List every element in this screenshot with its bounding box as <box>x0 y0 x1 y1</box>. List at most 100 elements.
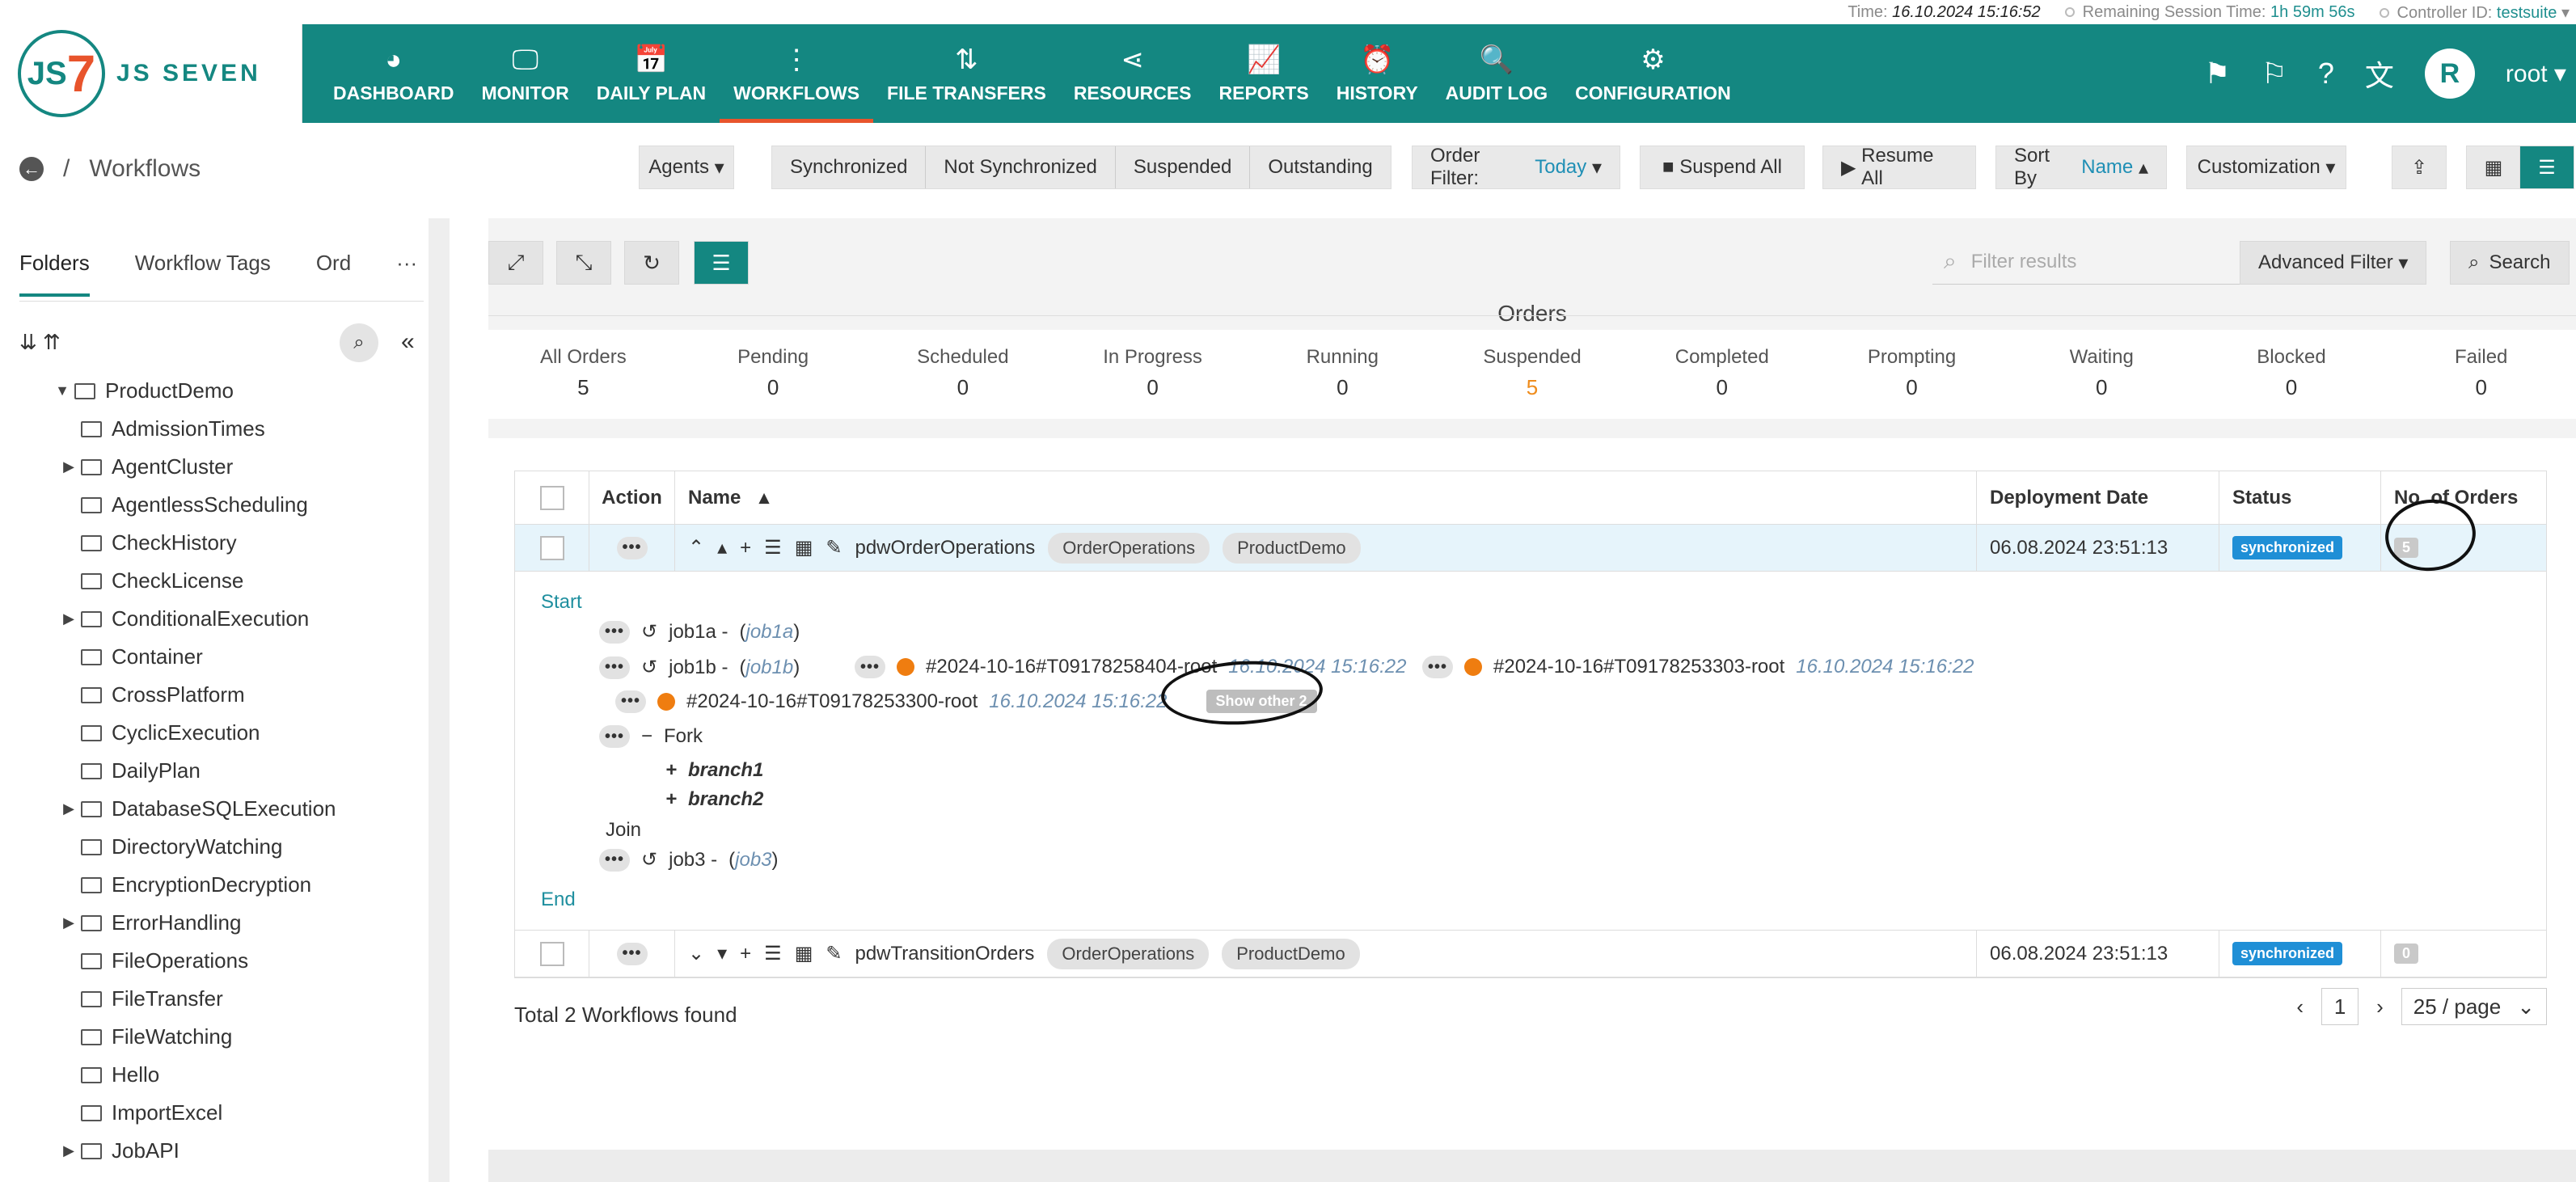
tree-folder[interactable]: ImportExcel <box>0 1094 429 1132</box>
prev-page-icon[interactable]: ‹ <box>2296 994 2304 1019</box>
workflow-tag[interactable]: ProductDemo <box>1223 532 1361 564</box>
tree-folder[interactable]: Hello <box>0 1056 429 1094</box>
expand-chevron-icon[interactable]: ⌄ <box>688 942 704 965</box>
expand-all-icon[interactable]: ⤢ <box>488 241 543 285</box>
col-deployment-date[interactable]: Deployment Date <box>1977 471 2219 524</box>
tree-folder[interactable]: CheckLicense <box>0 562 429 600</box>
grid-view-icon[interactable]: ▦ <box>2466 146 2521 189</box>
order-filter-dropdown[interactable]: Order Filter: Today ▾ <box>1412 145 1620 189</box>
tab-folders[interactable]: Folders <box>19 251 90 297</box>
flag-settings-icon[interactable]: ⚐ <box>2261 57 2287 91</box>
branch-node[interactable]: + branch1 <box>665 759 763 782</box>
caret-right-icon[interactable]: ▶ <box>57 914 81 931</box>
grid-icon[interactable]: ▦ <box>795 536 813 559</box>
triangle-down-icon[interactable]: ▾ <box>717 942 727 965</box>
nav-workflows[interactable]: ⋮ WORKFLOWS <box>720 24 873 123</box>
resume-all-button[interactable]: ▶ Resume All <box>1822 145 1976 189</box>
nav-history[interactable]: ⏰ HISTORY <box>1323 24 1432 123</box>
refresh-icon[interactable]: ↻ <box>624 241 679 285</box>
search-button[interactable]: ⌕ Search <box>2450 241 2570 285</box>
search-icon[interactable]: ⌕ <box>340 323 378 362</box>
plus-icon[interactable]: + <box>665 759 677 782</box>
fork-action-menu[interactable]: ••• <box>599 725 630 748</box>
order-stat-running[interactable]: Running 0 <box>1248 330 1438 419</box>
nav-resources[interactable]: ⋖ RESOURCES <box>1060 24 1206 123</box>
filter-synchronized[interactable]: Synchronized <box>772 146 927 188</box>
tree-folder[interactable]: CyclicExecution <box>0 714 429 752</box>
user-menu[interactable]: root ▾ <box>2506 60 2566 88</box>
tree-folder[interactable]: FileTransfer <box>0 980 429 1018</box>
row-checkbox[interactable] <box>539 535 564 560</box>
filter-input[interactable]: ⌕ Filter results <box>1932 239 2240 285</box>
list-toggle-icon[interactable]: ☰ <box>694 241 749 285</box>
list-icon[interactable]: ☰ <box>764 536 782 559</box>
help-icon[interactable]: ? <box>2318 57 2334 91</box>
tab-order-tags[interactable]: Ord <box>316 251 351 297</box>
customization-dropdown[interactable]: Customization ▾ <box>2186 146 2346 189</box>
order-stat-blocked[interactable]: Blocked 0 <box>2197 330 2387 419</box>
edit-icon[interactable]: ✎ <box>826 942 842 965</box>
job-action-menu[interactable]: ••• <box>599 848 630 872</box>
tree-folder[interactable]: FileWatching <box>0 1018 429 1056</box>
caret-right-icon[interactable]: ▶ <box>57 1142 81 1159</box>
tree-folder[interactable]: EncryptionDecryption <box>0 866 429 904</box>
next-page-icon[interactable]: › <box>2376 994 2384 1019</box>
col-status[interactable]: Status <box>2219 471 2381 524</box>
order-stat-pending[interactable]: Pending 0 <box>678 330 868 419</box>
tree-folder[interactable]: DailyPlan <box>0 752 429 790</box>
caret-right-icon[interactable]: ▶ <box>57 800 81 817</box>
caret-right-icon[interactable]: ▶ <box>57 458 81 475</box>
avatar[interactable]: R <box>2424 49 2475 99</box>
job-action-menu[interactable]: ••• <box>599 620 630 644</box>
workflow-name[interactable]: pdwTransitionOrders <box>855 943 1034 965</box>
tree-folder[interactable]: AdmissionTimes <box>0 410 429 448</box>
filter-suspended[interactable]: Suspended <box>1116 146 1251 188</box>
workflow-tag[interactable]: OrderOperations <box>1048 532 1210 564</box>
tree-folder[interactable]: DirectoryWatching <box>0 828 429 866</box>
tree-folder[interactable]: AgentlessScheduling <box>0 486 429 524</box>
tree-folder[interactable]: Container <box>0 638 429 676</box>
order-stat-prompting[interactable]: Prompting 0 <box>1817 330 2007 419</box>
workflow-tag[interactable]: OrderOperations <box>1047 938 1210 969</box>
plus-icon[interactable]: + <box>665 788 677 811</box>
caret-right-icon[interactable]: ▶ <box>57 610 81 627</box>
job-link[interactable]: job1b <box>746 656 794 678</box>
logo[interactable]: JS 7 JS SEVEN <box>0 24 302 123</box>
tree-root-folder[interactable]: ▼ ProductDemo <box>0 372 429 410</box>
tree-folder[interactable]: FileOperations <box>0 942 429 980</box>
advanced-filter-dropdown[interactable]: Advanced Filter ▾ <box>2240 241 2427 285</box>
tree-folder[interactable]: ▶ AgentCluster <box>0 448 429 486</box>
caret-down-icon[interactable]: ▼ <box>50 382 74 399</box>
row-action-menu[interactable]: ••• <box>616 942 648 965</box>
panel-resizer[interactable] <box>429 218 450 1182</box>
plus-icon[interactable]: + <box>740 537 751 559</box>
tabs-more[interactable]: ··· <box>396 251 417 297</box>
order-stat-failed[interactable]: Failed 0 <box>2386 330 2576 419</box>
table-row[interactable]: ••• ⌄ ▾ + ☰ ▦ ✎ pdwTransitionOrders Orde… <box>515 931 2546 977</box>
order-id[interactable]: #2024-10-16#T09178253303-root <box>1493 656 1784 678</box>
grid-icon[interactable]: ▦ <box>795 942 813 965</box>
job-link[interactable]: job3 <box>735 849 771 871</box>
order-item[interactable]: ••• #2024-10-16#T09178253303-root 16.10.… <box>1422 656 1974 678</box>
tab-workflow-tags[interactable]: Workflow Tags <box>135 251 271 297</box>
order-item[interactable]: ••• #2024-10-16#T09178258404-root 16.10.… <box>855 656 1407 678</box>
nav-file-transfers[interactable]: ⇅ FILE TRANSFERS <box>873 24 1060 123</box>
order-action-menu[interactable]: ••• <box>1422 656 1453 678</box>
sort-dropdown[interactable]: Sort By Name ▴ <box>1995 145 2167 189</box>
tree-folder[interactable]: ▶ ErrorHandling <box>0 904 429 942</box>
row-checkbox[interactable] <box>539 941 564 966</box>
order-stat-scheduled[interactable]: Scheduled 0 <box>868 330 1058 419</box>
minus-icon[interactable]: − <box>641 725 652 748</box>
export-icon[interactable]: ⇪ <box>2392 146 2447 189</box>
bottom-resizer[interactable] <box>488 1150 2576 1182</box>
job-action-menu[interactable]: ••• <box>599 656 630 679</box>
order-stat-completed[interactable]: Completed 0 <box>1627 330 1817 419</box>
tree-folder[interactable]: CheckHistory <box>0 524 429 562</box>
tree-folder[interactable]: ▶ ConditionalExecution <box>0 600 429 638</box>
collapse-chevron-icon[interactable]: ⌃ <box>688 536 704 559</box>
agents-dropdown[interactable]: Agents ▾ <box>639 146 734 189</box>
plus-icon[interactable]: + <box>740 943 751 965</box>
flag-icon[interactable]: ⚑ <box>2204 57 2230 91</box>
list-icon[interactable]: ☰ <box>764 942 782 965</box>
order-action-menu[interactable]: ••• <box>855 656 885 678</box>
